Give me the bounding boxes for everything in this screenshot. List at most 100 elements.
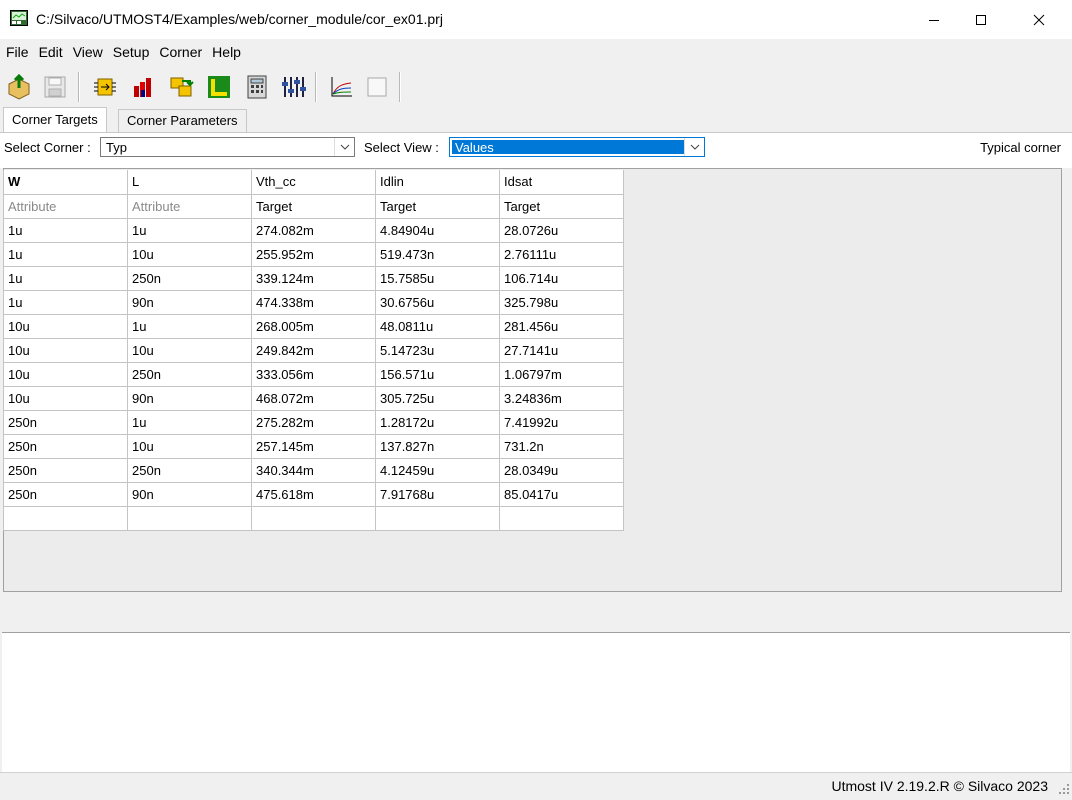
column-header[interactable]: W xyxy=(3,170,128,195)
column-header[interactable]: L xyxy=(127,170,252,195)
calculator-icon[interactable] xyxy=(242,72,272,102)
table-cell[interactable]: 325.798u xyxy=(499,289,624,315)
close-button[interactable] xyxy=(1016,0,1062,39)
table-cell[interactable]: 10u xyxy=(3,385,128,411)
table-cell[interactable]: 10u xyxy=(3,313,128,339)
menu-view[interactable]: View xyxy=(69,41,107,63)
table-cell[interactable]: 1u xyxy=(127,217,252,243)
chart-icon[interactable] xyxy=(128,72,158,102)
table-cell[interactable]: 7.41992u xyxy=(499,409,624,435)
layout-icon[interactable] xyxy=(204,72,234,102)
table-cell[interactable]: 474.338m xyxy=(251,289,376,315)
menu-file[interactable]: File xyxy=(2,41,33,63)
tab-corner-targets[interactable]: Corner Targets xyxy=(3,107,107,132)
table-cell[interactable]: 250n xyxy=(127,265,252,291)
resize-grip-icon[interactable] xyxy=(1058,783,1070,798)
table-cell[interactable]: 1.06797m xyxy=(499,361,624,387)
menu-setup[interactable]: Setup xyxy=(109,41,154,63)
table-cell[interactable]: 85.0417u xyxy=(499,481,624,507)
table-cell[interactable]: 250n xyxy=(127,361,252,387)
table-cell[interactable]: 15.7585u xyxy=(375,265,500,291)
table-cell[interactable]: 4.84904u xyxy=(375,217,500,243)
table-cell[interactable]: 250n xyxy=(127,457,252,483)
table-cell[interactable]: 48.0811u xyxy=(375,313,500,339)
table-cell[interactable]: 156.571u xyxy=(375,361,500,387)
table-cell[interactable] xyxy=(375,505,500,531)
table-cell[interactable]: 10u xyxy=(3,337,128,363)
table-cell[interactable]: 3.24836m xyxy=(499,385,624,411)
table-cell[interactable]: 255.952m xyxy=(251,241,376,267)
table-cell[interactable]: 268.005m xyxy=(251,313,376,339)
sliders-icon[interactable] xyxy=(278,72,308,102)
table-cell[interactable]: 257.145m xyxy=(251,433,376,459)
table-cell[interactable]: 274.082m xyxy=(251,217,376,243)
table-cell[interactable]: 305.725u xyxy=(375,385,500,411)
table-cell[interactable] xyxy=(127,505,252,531)
table-cell[interactable]: 1u xyxy=(127,409,252,435)
table-cell[interactable]: 2.76111u xyxy=(499,241,624,267)
minimize-button[interactable] xyxy=(911,0,957,39)
table-cell[interactable]: 1u xyxy=(3,265,128,291)
column-header[interactable]: Idsat xyxy=(499,170,624,195)
menu-corner[interactable]: Corner xyxy=(155,41,206,63)
column-subheader[interactable]: Target xyxy=(375,193,500,219)
output-pane[interactable] xyxy=(2,632,1070,772)
save-icon[interactable] xyxy=(40,72,70,102)
table-cell[interactable]: 468.072m xyxy=(251,385,376,411)
table-cell[interactable]: 1u xyxy=(3,241,128,267)
column-header[interactable]: Idlin xyxy=(375,170,500,195)
column-subheader[interactable]: Target xyxy=(251,193,376,219)
table-cell[interactable] xyxy=(251,505,376,531)
table-cell[interactable]: 250n xyxy=(3,457,128,483)
menu-help[interactable]: Help xyxy=(208,41,245,63)
maximize-button[interactable] xyxy=(958,0,1004,39)
table-cell[interactable]: 275.282m xyxy=(251,409,376,435)
table-cell[interactable]: 28.0726u xyxy=(499,217,624,243)
table-cell[interactable]: 731.2n xyxy=(499,433,624,459)
table-cell[interactable]: 475.618m xyxy=(251,481,376,507)
table-cell[interactable]: 339.124m xyxy=(251,265,376,291)
column-subheader[interactable]: Attribute xyxy=(127,193,252,219)
transfer-icon[interactable] xyxy=(166,72,196,102)
table-cell[interactable]: 106.714u xyxy=(499,265,624,291)
table-cell[interactable]: 10u xyxy=(127,433,252,459)
plot-icon[interactable] xyxy=(326,72,356,102)
table-cell[interactable]: 1u xyxy=(3,289,128,315)
table-cell[interactable]: 10u xyxy=(127,337,252,363)
table-cell[interactable]: 1u xyxy=(127,313,252,339)
table-cell[interactable] xyxy=(3,505,128,531)
splitter-area[interactable] xyxy=(0,593,1072,631)
tab-corner-parameters[interactable]: Corner Parameters xyxy=(118,109,247,133)
table-cell[interactable]: 1u xyxy=(3,217,128,243)
table-cell[interactable]: 281.456u xyxy=(499,313,624,339)
table-cell[interactable]: 7.91768u xyxy=(375,481,500,507)
table-cell[interactable]: 249.842m xyxy=(251,337,376,363)
table-cell[interactable]: 340.344m xyxy=(251,457,376,483)
table-cell[interactable]: 4.12459u xyxy=(375,457,500,483)
menu-edit[interactable]: Edit xyxy=(35,41,67,63)
table-cell[interactable]: 5.14723u xyxy=(375,337,500,363)
chevron-down-icon[interactable] xyxy=(334,138,354,156)
module-icon[interactable] xyxy=(90,72,120,102)
table-cell[interactable]: 519.473n xyxy=(375,241,500,267)
select-view-dropdown[interactable]: Values xyxy=(449,137,705,157)
table-cell[interactable]: 250n xyxy=(3,481,128,507)
column-subheader[interactable]: Target xyxy=(499,193,624,219)
table-cell[interactable] xyxy=(499,505,624,531)
table-cell[interactable]: 27.7141u xyxy=(499,337,624,363)
table-cell[interactable]: 10u xyxy=(127,241,252,267)
table-cell[interactable]: 90n xyxy=(127,481,252,507)
table-cell[interactable]: 333.056m xyxy=(251,361,376,387)
table-cell[interactable]: 90n xyxy=(127,289,252,315)
table-cell[interactable]: 28.0349u xyxy=(499,457,624,483)
table-cell[interactable]: 250n xyxy=(3,409,128,435)
chevron-down-icon[interactable] xyxy=(684,138,704,156)
blank-icon[interactable] xyxy=(362,72,392,102)
column-header[interactable]: Vth_cc xyxy=(251,170,376,195)
open-icon[interactable] xyxy=(4,72,34,102)
select-corner-dropdown[interactable]: Typ xyxy=(100,137,355,157)
table-cell[interactable]: 30.6756u xyxy=(375,289,500,315)
table-cell[interactable]: 250n xyxy=(3,433,128,459)
table-cell[interactable]: 10u xyxy=(3,361,128,387)
table-cell[interactable]: 1.28172u xyxy=(375,409,500,435)
